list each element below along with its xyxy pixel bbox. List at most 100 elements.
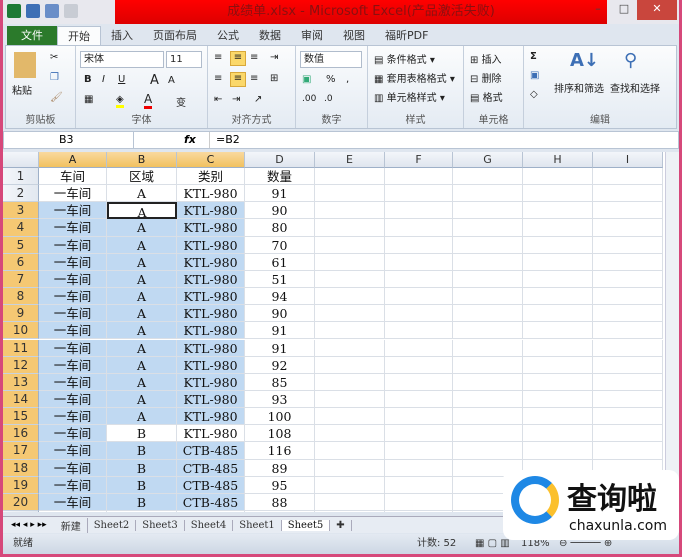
format-as-table-button[interactable]: ▦ 套用表格格式 ▾: [374, 70, 455, 85]
cell[interactable]: [453, 168, 523, 186]
cell[interactable]: [523, 202, 593, 220]
tab-formulas[interactable]: 公式: [207, 26, 249, 46]
cell[interactable]: [593, 185, 663, 203]
sheet-nav-buttons[interactable]: ◂◂ ◂ ▸ ▸▸: [3, 520, 55, 530]
cell[interactable]: [315, 305, 385, 323]
select-all-corner[interactable]: [3, 152, 39, 168]
row-header[interactable]: 11: [3, 339, 39, 357]
cell[interactable]: [315, 219, 385, 237]
cell[interactable]: 一车间: [39, 322, 107, 340]
cell[interactable]: [107, 511, 177, 512]
cell[interactable]: 一车间: [39, 288, 107, 306]
cell[interactable]: 91: [245, 185, 315, 203]
paste-button[interactable]: 粘贴: [12, 82, 32, 97]
row-header[interactable]: 6: [3, 253, 39, 271]
cell[interactable]: [453, 270, 523, 289]
cell[interactable]: A: [107, 408, 177, 426]
cell[interactable]: [593, 305, 663, 323]
cell[interactable]: [385, 373, 453, 391]
cell[interactable]: [385, 219, 453, 237]
cell[interactable]: 61: [245, 253, 315, 271]
cell[interactable]: [593, 219, 663, 237]
cell[interactable]: A: [107, 390, 177, 409]
cell[interactable]: B: [107, 442, 177, 460]
cell[interactable]: 92: [245, 356, 315, 374]
cell[interactable]: [315, 202, 385, 220]
cell[interactable]: [315, 185, 385, 203]
cell[interactable]: 一车间: [39, 373, 107, 391]
column-header[interactable]: C: [177, 152, 245, 168]
row-header[interactable]: 17: [3, 442, 39, 460]
cell[interactable]: [385, 253, 453, 271]
cell[interactable]: 90: [245, 202, 315, 220]
cell[interactable]: [315, 459, 385, 477]
cell[interactable]: [523, 408, 593, 426]
cell[interactable]: [523, 425, 593, 443]
vertical-scrollbar[interactable]: [665, 152, 679, 512]
cell[interactable]: [593, 390, 663, 409]
wrap-text-icon[interactable]: ⇥: [270, 52, 278, 63]
row-header[interactable]: 9: [3, 305, 39, 323]
cell[interactable]: [523, 339, 593, 357]
cell[interactable]: [523, 442, 593, 460]
align-top-icon[interactable]: ≡: [214, 52, 222, 63]
bold-button[interactable]: B: [84, 74, 92, 85]
cell[interactable]: [523, 356, 593, 374]
cell[interactable]: [523, 288, 593, 306]
cell[interactable]: 51: [245, 270, 315, 289]
cell[interactable]: [593, 373, 663, 391]
column-title-cell[interactable]: 类别: [177, 168, 245, 186]
cell[interactable]: [593, 356, 663, 374]
cell[interactable]: 116: [245, 442, 315, 460]
row-header[interactable]: 2: [3, 185, 39, 203]
cell[interactable]: [39, 511, 107, 512]
cell[interactable]: B: [107, 476, 177, 494]
cell[interactable]: [315, 408, 385, 426]
sheet-tab[interactable]: Sheet2: [88, 519, 137, 531]
cell[interactable]: [315, 168, 385, 186]
cell[interactable]: [523, 219, 593, 237]
cell[interactable]: [453, 425, 523, 443]
column-header[interactable]: H: [523, 152, 593, 168]
cell[interactable]: [523, 270, 593, 289]
cell[interactable]: [593, 322, 663, 340]
cell[interactable]: [453, 442, 523, 460]
grow-font-button[interactable]: A: [150, 73, 159, 88]
row-header[interactable]: 19: [3, 476, 39, 494]
column-header[interactable]: E: [315, 152, 385, 168]
tab-home[interactable]: 开始: [57, 26, 101, 46]
cell[interactable]: A: [107, 202, 177, 220]
cell[interactable]: A: [107, 270, 177, 289]
cell[interactable]: KTL-980: [177, 390, 245, 409]
cell[interactable]: [315, 322, 385, 340]
cell[interactable]: 一车间: [39, 339, 107, 357]
shrink-font-button[interactable]: A: [168, 75, 175, 86]
new-sheet-icon[interactable]: ✚: [330, 519, 352, 531]
tab-file[interactable]: 文件: [7, 26, 57, 46]
cell[interactable]: [315, 288, 385, 306]
column-title-cell[interactable]: 数量: [245, 168, 315, 186]
tab-page-layout[interactable]: 页面布局: [143, 26, 207, 46]
cell-styles-button[interactable]: ▥ 单元格样式 ▾: [374, 89, 445, 104]
cell[interactable]: [315, 339, 385, 357]
cell[interactable]: A: [107, 339, 177, 357]
cell[interactable]: 108: [245, 425, 315, 443]
cell[interactable]: 一车间: [39, 425, 107, 443]
cell[interactable]: [315, 493, 385, 511]
cell[interactable]: [315, 356, 385, 374]
cell[interactable]: [315, 511, 385, 512]
cell[interactable]: 一车间: [39, 442, 107, 460]
cell[interactable]: [523, 185, 593, 203]
cell[interactable]: [453, 219, 523, 237]
cell[interactable]: 一车间: [39, 236, 107, 254]
cut-icon[interactable]: ✂: [50, 52, 58, 63]
increase-indent-icon[interactable]: ⇥: [232, 94, 240, 105]
row-header[interactable]: 3: [3, 202, 39, 220]
underline-button[interactable]: U: [118, 74, 125, 85]
cell[interactable]: KTL-980: [177, 425, 245, 443]
cell[interactable]: [385, 270, 453, 289]
cell[interactable]: [593, 236, 663, 254]
cell[interactable]: A: [107, 373, 177, 391]
cell[interactable]: [315, 390, 385, 409]
minimize-button[interactable]: –: [585, 0, 611, 20]
